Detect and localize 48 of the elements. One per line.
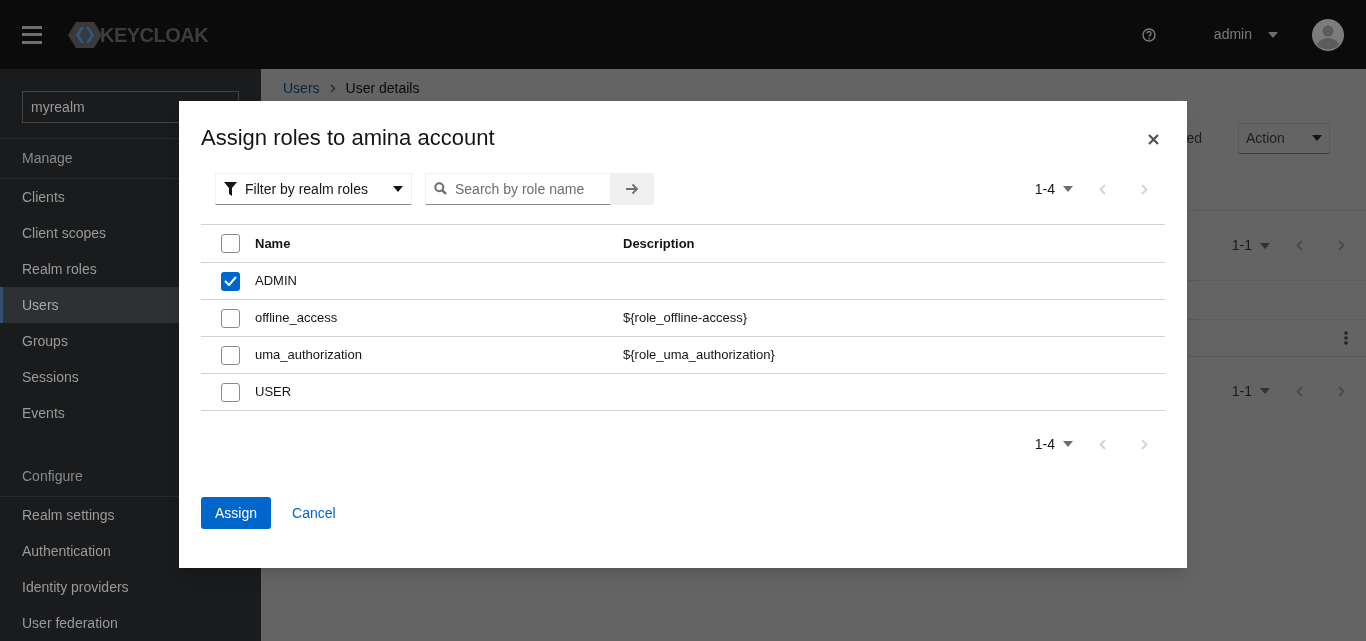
caret-icon [1063, 441, 1073, 447]
caret-icon [393, 186, 403, 192]
table-cell-text: uma_authorization [255, 346, 363, 365]
search-field[interactable]: Search by role name [425, 173, 611, 205]
table-cell-text: ${role_uma_authorization} [623, 346, 775, 365]
filter-dropdown[interactable]: Filter by realm roles [215, 173, 412, 205]
cancel-link[interactable]: Cancel [292, 502, 336, 524]
checkbox[interactable] [221, 234, 240, 253]
status-text: ed [1186, 128, 1202, 148]
checkbox[interactable] [221, 271, 240, 291]
column-header: Description [623, 234, 695, 253]
pagination-toggle[interactable]: 1-4 [1026, 174, 1081, 204]
search-icon [434, 182, 447, 195]
checkbox[interactable] [221, 308, 240, 328]
caret-icon [1268, 31, 1278, 38]
close-button[interactable] [1145, 131, 1161, 147]
logo-icon [68, 20, 102, 49]
kebab-icon[interactable] [1344, 331, 1348, 345]
chevron-right-icon [1140, 183, 1148, 195]
filter-icon [224, 182, 237, 196]
help-icon[interactable] [1141, 27, 1156, 42]
menu-icon[interactable] [22, 25, 42, 44]
chevron-left-icon [1098, 183, 1106, 195]
arrow-icon [626, 183, 639, 195]
chevron-right-icon [1337, 240, 1345, 251]
caret-icon [1312, 135, 1322, 141]
chevron-icon [329, 84, 336, 93]
search-button[interactable] [611, 173, 654, 205]
caret-icon [1260, 242, 1270, 249]
checkbox[interactable] [221, 345, 240, 365]
chevron-left-icon [1098, 438, 1106, 450]
nav-item[interactable]: User federation [0, 605, 261, 641]
caret-icon [1260, 388, 1270, 394]
assign-button[interactable]: Assign [201, 497, 272, 529]
table-cell-text: ${role_offline-access} [623, 309, 748, 328]
pagination-toggle[interactable]: 1-4 [1026, 429, 1081, 459]
column-header: Name [255, 234, 292, 253]
chevron-right-icon [1140, 438, 1148, 450]
chevron-right-icon [1337, 385, 1345, 397]
chevron-left-icon [1295, 240, 1303, 251]
caret-icon [1063, 186, 1073, 192]
breadcrumb-current: User details [345, 80, 420, 97]
user-menu[interactable]: admin [1213, 24, 1278, 45]
avatar-icon[interactable] [1312, 18, 1344, 51]
chevron-left-icon [1295, 385, 1303, 397]
nav-item[interactable]: Authentication [0, 533, 261, 569]
nav-item[interactable]: Identity providers [0, 569, 261, 605]
checkbox[interactable] [221, 382, 240, 402]
